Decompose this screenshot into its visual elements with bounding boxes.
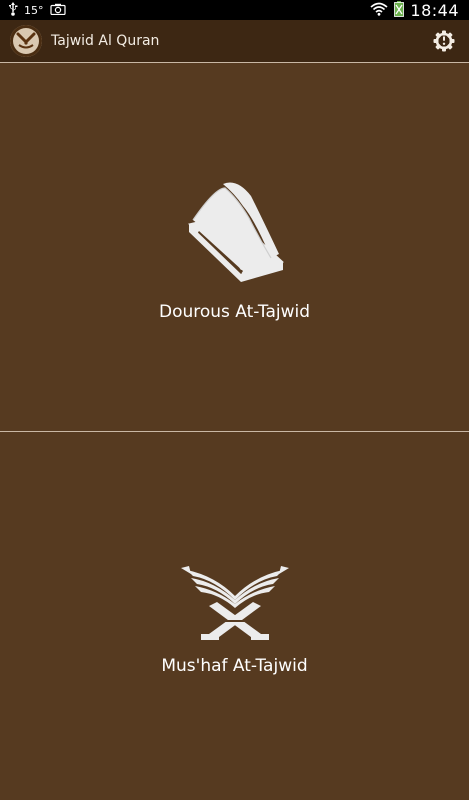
mushaf-panel[interactable]: Mus'haf At-Tajwid bbox=[0, 432, 469, 800]
tajwid-logo-icon[interactable] bbox=[10, 25, 42, 57]
status-bar-right: 18:44 bbox=[370, 0, 469, 20]
camera-icon bbox=[49, 3, 66, 18]
usb-icon bbox=[8, 1, 18, 19]
dourous-panel[interactable]: Dourous At-Tajwid bbox=[0, 63, 469, 431]
app-title: Tajwid Al Quran bbox=[51, 33, 160, 49]
settings-gear-icon[interactable] bbox=[433, 30, 455, 52]
status-bar: 15° 18:44 bbox=[0, 0, 469, 20]
book-icon bbox=[185, 178, 285, 292]
clock-text: 18:44 bbox=[410, 0, 459, 20]
battery-icon bbox=[394, 0, 405, 20]
quran-stand-icon bbox=[179, 562, 291, 646]
action-bar: Tajwid Al Quran bbox=[0, 20, 469, 63]
dourous-label: Dourous At-Tajwid bbox=[158, 302, 311, 322]
status-bar-left: 15° bbox=[0, 1, 66, 19]
temperature-text: 15° bbox=[24, 3, 44, 17]
wifi-icon bbox=[370, 2, 388, 19]
mushaf-label: Mus'haf At-Tajwid bbox=[161, 656, 308, 676]
